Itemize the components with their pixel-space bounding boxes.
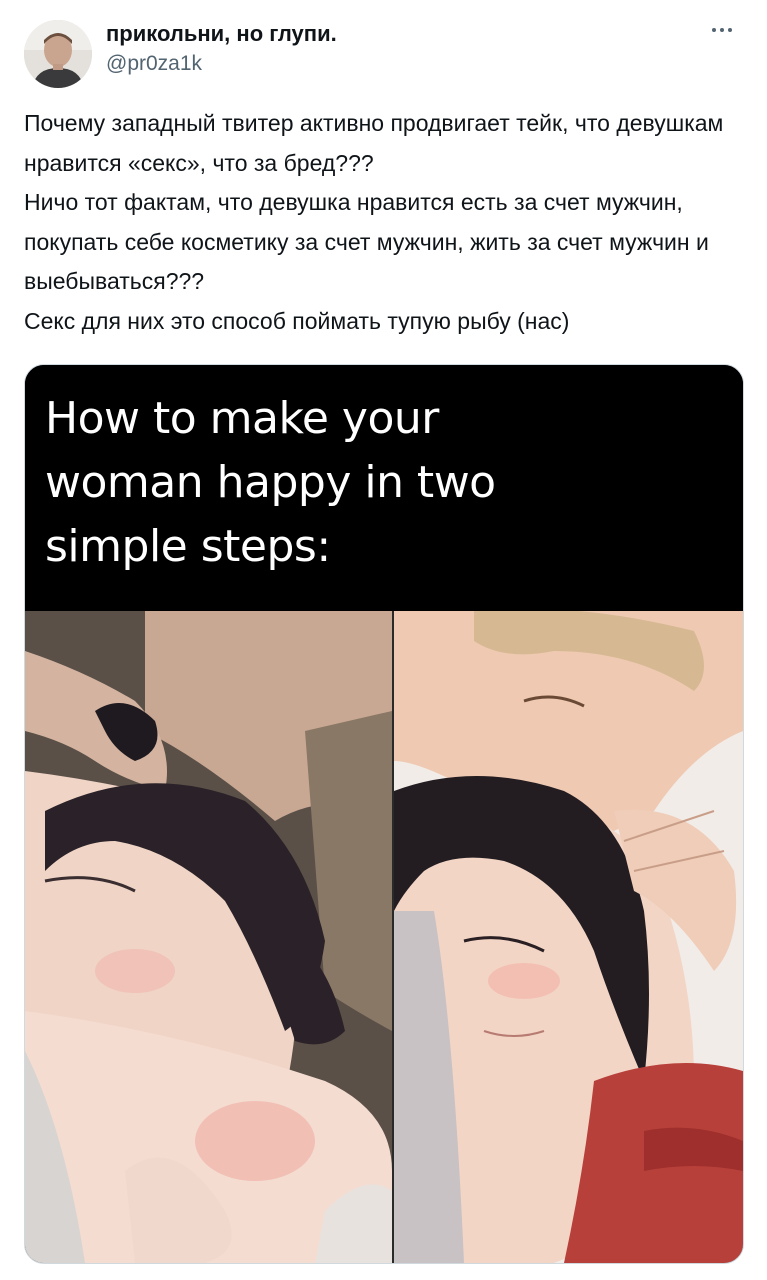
tweet-paragraph: Почему западный твитер активно продвигае… xyxy=(24,110,724,176)
meme-caption: How to make your woman happy in two simp… xyxy=(25,365,743,611)
meme-panel-left xyxy=(25,611,392,1263)
more-dot-icon xyxy=(720,28,724,32)
more-dot-icon xyxy=(712,28,716,32)
meme-caption-text: How to make your woman happy in two simp… xyxy=(45,387,705,579)
more-dot-icon xyxy=(728,28,732,32)
tweet-text: Почему западный твитер активно продвигае… xyxy=(24,104,744,341)
meme-panel-right xyxy=(394,611,743,1263)
illustration-right xyxy=(394,611,743,1263)
avatar-image xyxy=(24,20,92,88)
display-name[interactable]: прикольни, но глупи. xyxy=(106,21,337,47)
meme-panels xyxy=(25,611,743,1263)
tweet: прикольни, но глупи. @pr0za1k Почему зап… xyxy=(0,0,767,1280)
tweet-paragraph: Ничо тот фактам, что девушка нравится ес… xyxy=(24,189,709,294)
meme-caption-line: How to make your xyxy=(45,393,439,444)
tweet-media-image[interactable]: How to make your woman happy in two simp… xyxy=(24,364,744,1264)
user-handle[interactable]: @pr0za1k xyxy=(106,52,202,76)
more-options-button[interactable] xyxy=(704,18,740,42)
avatar[interactable] xyxy=(24,20,92,88)
meme-caption-line: woman happy in two xyxy=(45,457,496,508)
tweet-paragraph: Секс для них это способ поймать тупую ры… xyxy=(24,307,570,334)
meme-caption-line: simple steps: xyxy=(45,521,331,572)
illustration-left xyxy=(25,611,392,1263)
